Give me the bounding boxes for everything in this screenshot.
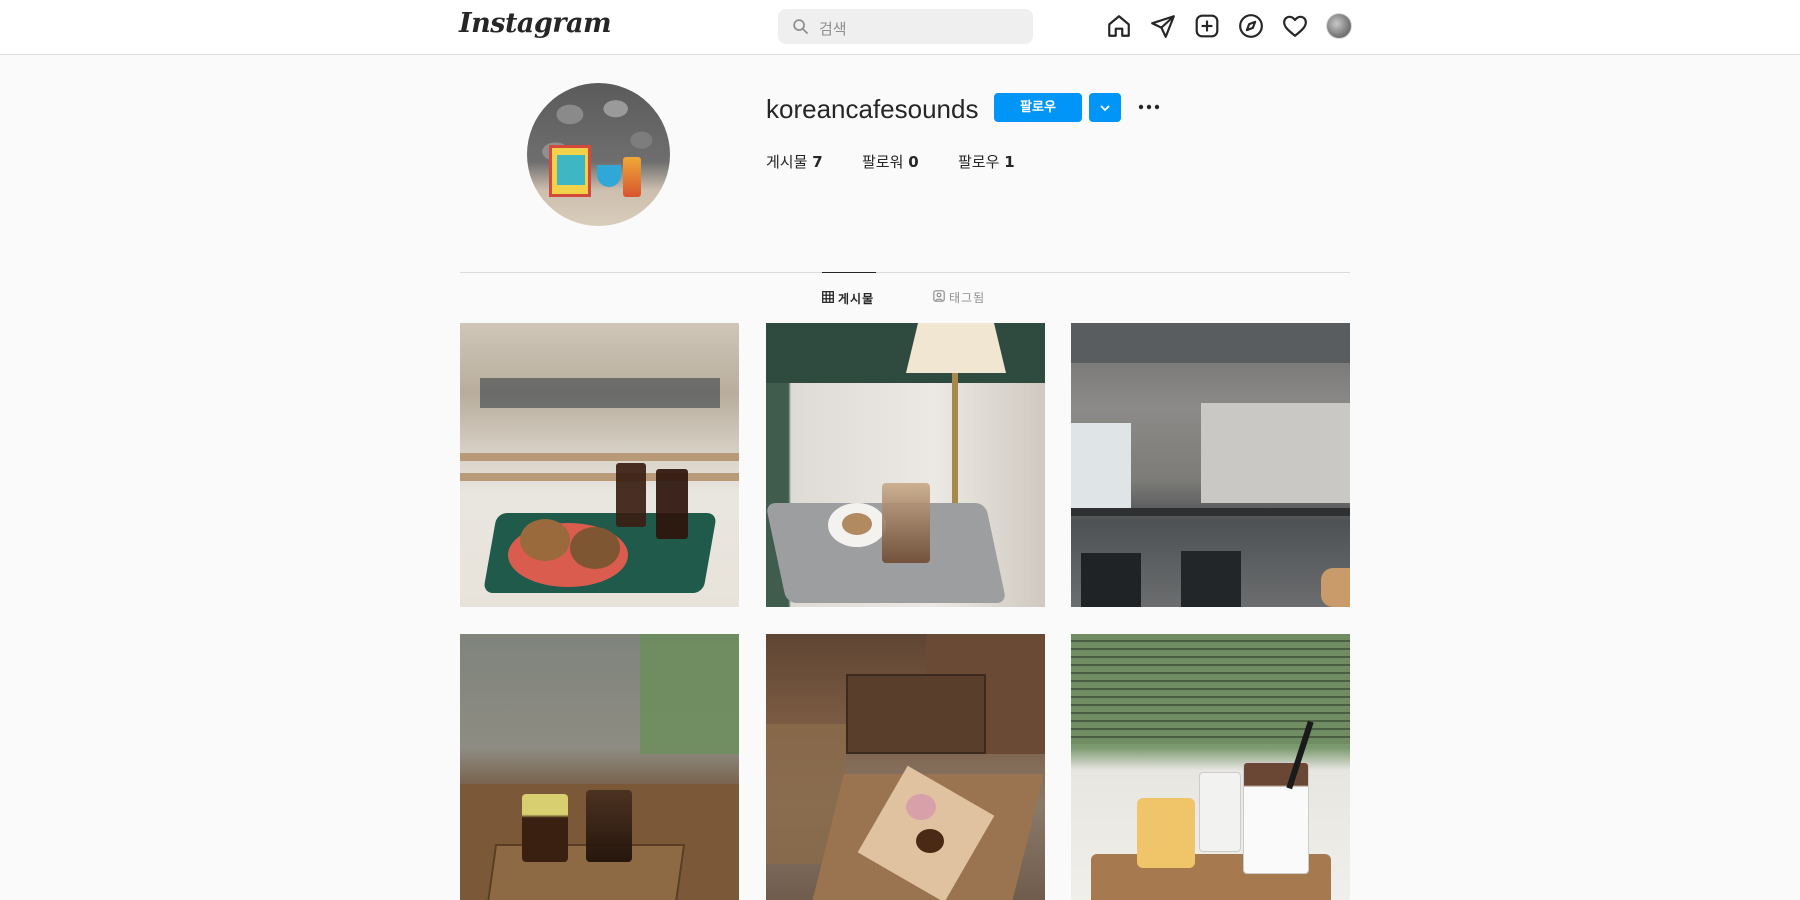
explore-icon[interactable] — [1238, 13, 1264, 39]
stat-posts-count: 7 — [812, 153, 823, 171]
grid-icon — [822, 291, 834, 303]
profile-avatar-icon[interactable] — [1326, 13, 1352, 39]
stat-followers-label: 팔로워 — [862, 153, 904, 171]
tab-divider — [460, 272, 1350, 273]
tab-tagged-label: 태그됨 — [949, 291, 986, 305]
tab-posts[interactable]: 게시물 — [822, 272, 876, 324]
search-placeholder: 검색 — [819, 20, 847, 38]
new-post-icon[interactable] — [1194, 13, 1220, 39]
top-nav: Instagram 검색 — [0, 0, 1800, 55]
stat-posts-label: 게시물 — [766, 153, 808, 171]
avatar-photo-drink — [623, 157, 641, 197]
post-thumbnail[interactable] — [460, 634, 739, 900]
suggestions-dropdown-button[interactable] — [1089, 93, 1121, 122]
post-thumbnail[interactable] — [1071, 323, 1350, 607]
more-options-button[interactable] — [1136, 96, 1162, 118]
avatar-photo-glass — [597, 165, 621, 187]
activity-heart-icon[interactable] — [1282, 13, 1308, 39]
stat-posts[interactable]: 게시물 7 — [766, 151, 823, 172]
search-input[interactable]: 검색 — [778, 9, 1033, 44]
post-thumbnail[interactable] — [766, 323, 1045, 607]
tab-tagged[interactable]: 태그됨 — [933, 272, 993, 324]
tab-posts-label: 게시물 — [838, 292, 875, 306]
stat-following-label: 팔로우 — [958, 153, 1000, 171]
more-options-icon — [1138, 104, 1160, 110]
stat-following[interactable]: 팔로우 1 — [958, 151, 1015, 172]
follow-button[interactable]: 팔로우 — [994, 93, 1082, 122]
instagram-logo[interactable]: Instagram — [459, 8, 612, 39]
stat-following-count: 1 — [1004, 153, 1015, 171]
chevron-down-icon — [1100, 105, 1110, 112]
post-thumbnail[interactable] — [766, 634, 1045, 900]
post-thumbnail[interactable] — [1071, 634, 1350, 900]
home-icon[interactable] — [1106, 13, 1132, 39]
stat-followers-count: 0 — [908, 153, 919, 171]
direct-message-icon[interactable] — [1150, 13, 1176, 39]
stat-followers[interactable]: 팔로워 0 — [862, 151, 919, 172]
profile-avatar[interactable] — [527, 83, 670, 226]
search-icon — [793, 19, 809, 35]
nav-icons — [1106, 13, 1352, 39]
tagged-icon — [933, 290, 945, 302]
profile-username: koreancafesounds — [766, 94, 979, 124]
avatar-photo-detail — [557, 155, 585, 185]
post-thumbnail[interactable] — [460, 323, 739, 607]
